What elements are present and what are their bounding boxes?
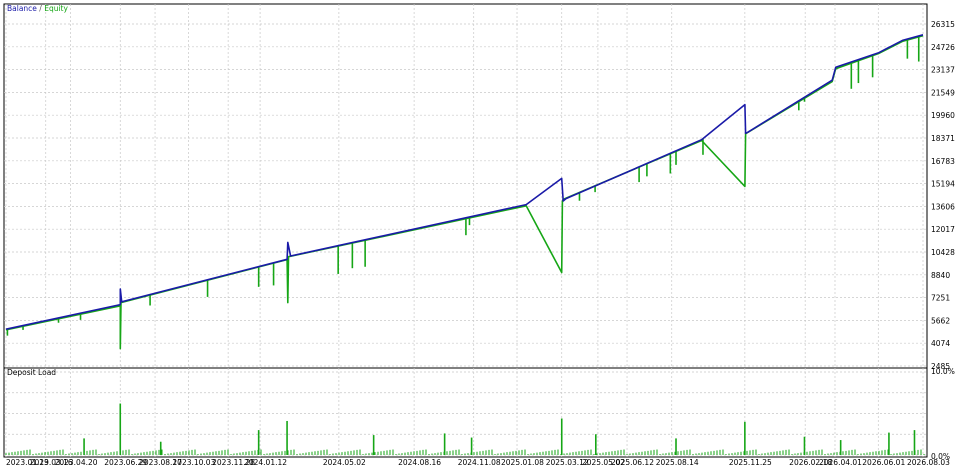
y-tick-label: 8840 (931, 271, 950, 280)
y-tick-label: 12017 (931, 225, 955, 234)
x-tick-label: 2025.06.12 (611, 458, 654, 467)
main-plot-frame (3, 3, 928, 369)
load-y-axis-ticks: 10.0%0.0% (931, 367, 955, 461)
x-tick-label: 2025.08.14 (656, 458, 699, 467)
x-tick-label: 2024.11.08 (458, 458, 501, 467)
y-tick-label: 15194 (931, 180, 955, 189)
y-tick-label: 24726 (931, 43, 955, 52)
x-tick-label: 2026.06.01 (862, 458, 905, 467)
x-tick-label: 2026.04.01 (819, 458, 862, 467)
x-axis-ticks: 2023.01.192023.03.162023.04.20 2023.06.29… (6, 458, 950, 467)
y-tick-label: 4074 (931, 339, 950, 348)
legend-balance: Balance (7, 4, 37, 13)
y-tick-label: 18371 (931, 134, 955, 143)
x-tick-label: 2024.05.02 (323, 458, 366, 467)
y-tick-label: 16783 (931, 157, 955, 166)
y-tick-label: 26315 (931, 20, 955, 29)
x-tick-label: 2023.04.20 (55, 458, 98, 467)
deposit-load-title: Deposit Load (7, 368, 56, 377)
y-tick-label: 5662 (931, 316, 950, 325)
y-tick-label: 21549 (931, 88, 955, 97)
x-tick-label: 2026.08.03 (907, 458, 950, 467)
y-axis-ticks: 2485407456627251884010428120171360615194… (931, 20, 955, 371)
legend-equity: Equity (44, 4, 68, 13)
y-tick-label: 7251 (931, 294, 950, 303)
load-y-tick-max: 10.0% (931, 367, 955, 376)
load-plot-frame (3, 367, 928, 458)
x-tick-label: 2024.01.12 (244, 458, 287, 467)
strategy-tester-chart: 2485407456627251884010428120171360615194… (3, 3, 955, 467)
x-tick-label: 2024.08.16 (398, 458, 441, 467)
x-tick-label: 2025.11.25 (729, 458, 772, 467)
x-tick-label: 2025.01.08 (501, 458, 544, 467)
y-tick-label: 23137 (931, 66, 955, 75)
legend: Balance / Equity (7, 4, 68, 13)
y-tick-label: 10428 (931, 248, 955, 257)
x-tick-label: 2023.10.03 (172, 458, 215, 467)
y-tick-label: 19960 (931, 111, 955, 120)
y-tick-label: 13606 (931, 202, 955, 211)
legend-separator: / (37, 4, 44, 13)
